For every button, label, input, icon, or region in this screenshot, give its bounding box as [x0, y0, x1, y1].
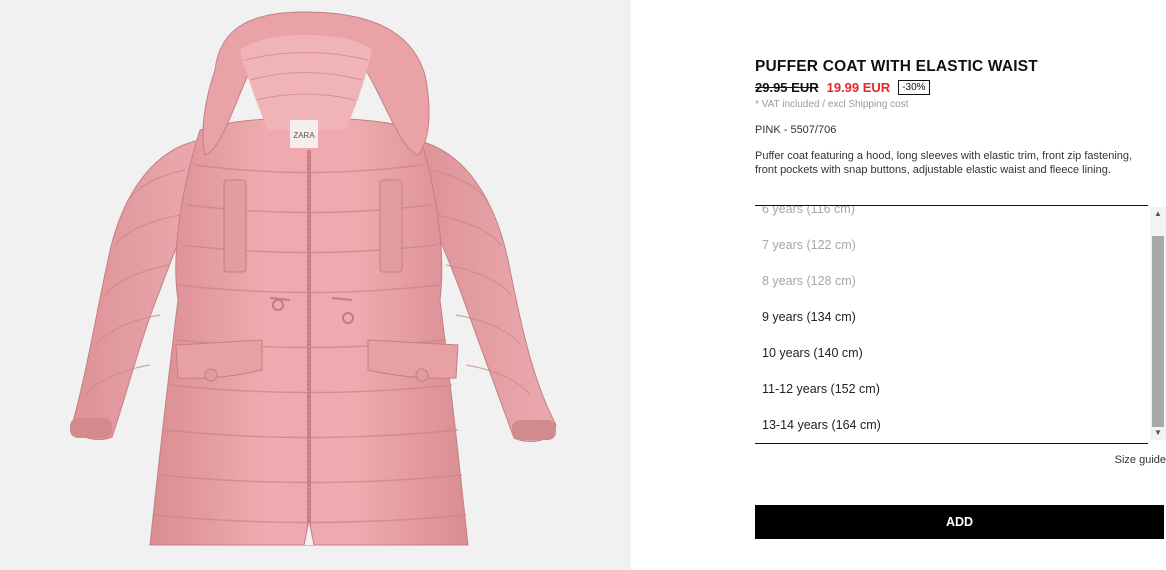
product-description: Puffer coat featuring a hood, long sleev… [755, 150, 1133, 176]
size-option[interactable]: 9 years (134 cm) [755, 299, 1148, 335]
sale-price: 19.99 EUR [826, 80, 891, 95]
old-price: 29.95 EUR [755, 80, 819, 95]
scroll-thumb[interactable] [1152, 236, 1164, 427]
size-guide-link[interactable]: Size guide [1115, 454, 1166, 466]
size-option[interactable]: 7 years (122 cm) [755, 227, 1148, 263]
size-option[interactable]: 11-12 years (152 cm) [755, 371, 1148, 407]
scroll-down-icon[interactable]: ▼ [1150, 426, 1166, 440]
size-option[interactable]: 6 years (116 cm) [755, 206, 1148, 227]
price-row: 29.95 EUR 19.99 EUR -30% [755, 80, 930, 95]
add-to-bag-button[interactable]: ADD [755, 505, 1164, 539]
color-reference: PINK - 5507/706 [755, 124, 837, 136]
size-options: 6 years (116 cm) 7 years (122 cm) 8 years … [755, 206, 1148, 443]
size-option[interactable]: 8 years (128 cm) [755, 263, 1148, 299]
pink-puffer-coat-illustration: ZARA [70, 11, 557, 546]
product-title: PUFFER COAT WITH ELASTIC WAIST [755, 58, 1038, 75]
product-image[interactable]: ZARA [0, 0, 631, 570]
product-details: PUFFER COAT WITH ELASTIC WAIST 29.95 EUR… [755, 0, 1166, 570]
size-option[interactable]: 13-14 years (164 cm) [755, 407, 1148, 443]
brand-label: ZARA [293, 131, 315, 140]
size-selector[interactable]: 6 years (116 cm) 7 years (122 cm) 8 years … [755, 205, 1148, 444]
vat-note: * VAT included / excl Shipping cost [755, 99, 909, 110]
size-list-scrollbar[interactable]: ▲ ▼ [1150, 207, 1166, 440]
scroll-up-icon[interactable]: ▲ [1150, 207, 1166, 221]
size-option[interactable]: 10 years (140 cm) [755, 335, 1148, 371]
discount-badge: -30% [898, 80, 930, 95]
